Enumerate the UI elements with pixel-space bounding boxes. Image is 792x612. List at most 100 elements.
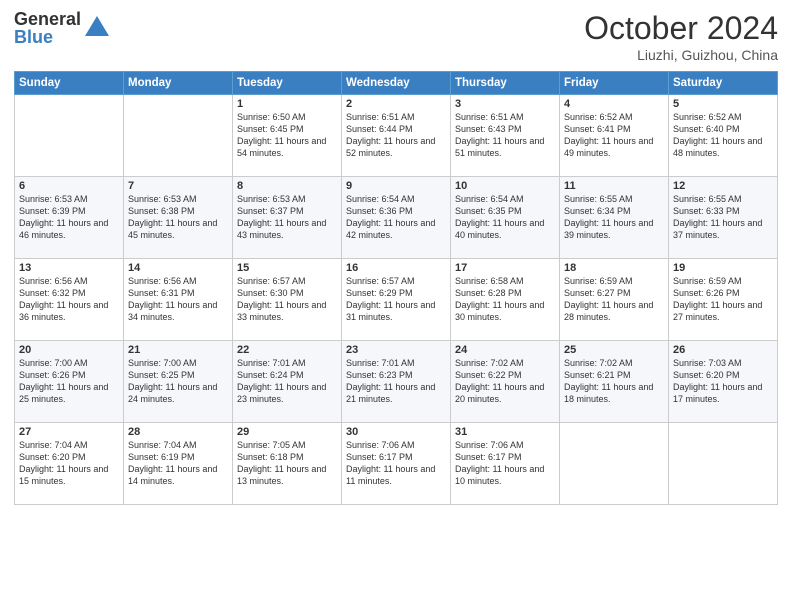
logo-general: General: [14, 10, 81, 28]
day-number: 23: [346, 344, 446, 356]
cell-info: Sunrise: 6:57 AM Sunset: 6:30 PM Dayligh…: [237, 275, 337, 324]
day-number: 25: [564, 344, 664, 356]
day-number: 9: [346, 180, 446, 192]
cell-info: Sunrise: 6:50 AM Sunset: 6:45 PM Dayligh…: [237, 111, 337, 160]
cell-info: Sunrise: 6:58 AM Sunset: 6:28 PM Dayligh…: [455, 275, 555, 324]
cell-info: Sunrise: 6:55 AM Sunset: 6:34 PM Dayligh…: [564, 193, 664, 242]
calendar-cell: 12Sunrise: 6:55 AM Sunset: 6:33 PM Dayli…: [669, 177, 778, 259]
cell-info: Sunrise: 7:00 AM Sunset: 6:26 PM Dayligh…: [19, 357, 119, 406]
calendar-cell: 1Sunrise: 6:50 AM Sunset: 6:45 PM Daylig…: [233, 95, 342, 177]
day-number: 11: [564, 180, 664, 192]
cell-info: Sunrise: 6:53 AM Sunset: 6:37 PM Dayligh…: [237, 193, 337, 242]
cell-info: Sunrise: 7:00 AM Sunset: 6:25 PM Dayligh…: [128, 357, 228, 406]
cell-info: Sunrise: 6:56 AM Sunset: 6:32 PM Dayligh…: [19, 275, 119, 324]
cell-info: Sunrise: 6:59 AM Sunset: 6:27 PM Dayligh…: [564, 275, 664, 324]
calendar-cell: 2Sunrise: 6:51 AM Sunset: 6:44 PM Daylig…: [342, 95, 451, 177]
calendar-cell: 14Sunrise: 6:56 AM Sunset: 6:31 PM Dayli…: [124, 259, 233, 341]
logo-icon: [83, 14, 111, 42]
col-sunday: Sunday: [15, 72, 124, 95]
calendar-cell: [560, 423, 669, 505]
logo: General Blue: [14, 10, 111, 46]
day-number: 3: [455, 98, 555, 110]
cell-info: Sunrise: 7:02 AM Sunset: 6:21 PM Dayligh…: [564, 357, 664, 406]
header: General Blue October 2024 Liuzhi, Guizho…: [14, 10, 778, 63]
day-number: 2: [346, 98, 446, 110]
location: Liuzhi, Guizhou, China: [584, 47, 778, 63]
calendar-cell: 7Sunrise: 6:53 AM Sunset: 6:38 PM Daylig…: [124, 177, 233, 259]
calendar-cell: 22Sunrise: 7:01 AM Sunset: 6:24 PM Dayli…: [233, 341, 342, 423]
calendar-week-1: 1Sunrise: 6:50 AM Sunset: 6:45 PM Daylig…: [15, 95, 778, 177]
calendar-cell: 29Sunrise: 7:05 AM Sunset: 6:18 PM Dayli…: [233, 423, 342, 505]
day-number: 8: [237, 180, 337, 192]
day-number: 12: [673, 180, 773, 192]
col-thursday: Thursday: [451, 72, 560, 95]
cell-info: Sunrise: 6:51 AM Sunset: 6:44 PM Dayligh…: [346, 111, 446, 160]
col-friday: Friday: [560, 72, 669, 95]
header-row: Sunday Monday Tuesday Wednesday Thursday…: [15, 72, 778, 95]
cell-info: Sunrise: 6:52 AM Sunset: 6:40 PM Dayligh…: [673, 111, 773, 160]
day-number: 5: [673, 98, 773, 110]
calendar-cell: 3Sunrise: 6:51 AM Sunset: 6:43 PM Daylig…: [451, 95, 560, 177]
cell-info: Sunrise: 6:59 AM Sunset: 6:26 PM Dayligh…: [673, 275, 773, 324]
calendar-cell: 9Sunrise: 6:54 AM Sunset: 6:36 PM Daylig…: [342, 177, 451, 259]
day-number: 26: [673, 344, 773, 356]
cell-info: Sunrise: 7:01 AM Sunset: 6:24 PM Dayligh…: [237, 357, 337, 406]
cell-info: Sunrise: 7:05 AM Sunset: 6:18 PM Dayligh…: [237, 439, 337, 488]
cell-info: Sunrise: 7:04 AM Sunset: 6:19 PM Dayligh…: [128, 439, 228, 488]
calendar-cell: 28Sunrise: 7:04 AM Sunset: 6:19 PM Dayli…: [124, 423, 233, 505]
day-number: 13: [19, 262, 119, 274]
day-number: 4: [564, 98, 664, 110]
calendar-cell: 8Sunrise: 6:53 AM Sunset: 6:37 PM Daylig…: [233, 177, 342, 259]
calendar-cell: 27Sunrise: 7:04 AM Sunset: 6:20 PM Dayli…: [15, 423, 124, 505]
cell-info: Sunrise: 6:54 AM Sunset: 6:35 PM Dayligh…: [455, 193, 555, 242]
day-number: 16: [346, 262, 446, 274]
calendar-cell: 30Sunrise: 7:06 AM Sunset: 6:17 PM Dayli…: [342, 423, 451, 505]
day-number: 30: [346, 426, 446, 438]
calendar-table: Sunday Monday Tuesday Wednesday Thursday…: [14, 71, 778, 505]
day-number: 6: [19, 180, 119, 192]
calendar-cell: 26Sunrise: 7:03 AM Sunset: 6:20 PM Dayli…: [669, 341, 778, 423]
cell-info: Sunrise: 6:53 AM Sunset: 6:38 PM Dayligh…: [128, 193, 228, 242]
col-monday: Monday: [124, 72, 233, 95]
day-number: 22: [237, 344, 337, 356]
cell-info: Sunrise: 7:03 AM Sunset: 6:20 PM Dayligh…: [673, 357, 773, 406]
calendar-cell: [669, 423, 778, 505]
day-number: 28: [128, 426, 228, 438]
cell-info: Sunrise: 7:01 AM Sunset: 6:23 PM Dayligh…: [346, 357, 446, 406]
calendar-week-3: 13Sunrise: 6:56 AM Sunset: 6:32 PM Dayli…: [15, 259, 778, 341]
calendar-cell: 4Sunrise: 6:52 AM Sunset: 6:41 PM Daylig…: [560, 95, 669, 177]
calendar-week-4: 20Sunrise: 7:00 AM Sunset: 6:26 PM Dayli…: [15, 341, 778, 423]
calendar-cell: 25Sunrise: 7:02 AM Sunset: 6:21 PM Dayli…: [560, 341, 669, 423]
calendar-cell: 13Sunrise: 6:56 AM Sunset: 6:32 PM Dayli…: [15, 259, 124, 341]
calendar-cell: [124, 95, 233, 177]
day-number: 10: [455, 180, 555, 192]
col-tuesday: Tuesday: [233, 72, 342, 95]
calendar-cell: 5Sunrise: 6:52 AM Sunset: 6:40 PM Daylig…: [669, 95, 778, 177]
calendar-cell: 17Sunrise: 6:58 AM Sunset: 6:28 PM Dayli…: [451, 259, 560, 341]
day-number: 15: [237, 262, 337, 274]
day-number: 17: [455, 262, 555, 274]
day-number: 21: [128, 344, 228, 356]
calendar-cell: 20Sunrise: 7:00 AM Sunset: 6:26 PM Dayli…: [15, 341, 124, 423]
cell-info: Sunrise: 6:57 AM Sunset: 6:29 PM Dayligh…: [346, 275, 446, 324]
calendar-cell: 16Sunrise: 6:57 AM Sunset: 6:29 PM Dayli…: [342, 259, 451, 341]
cell-info: Sunrise: 6:52 AM Sunset: 6:41 PM Dayligh…: [564, 111, 664, 160]
day-number: 19: [673, 262, 773, 274]
calendar-cell: [15, 95, 124, 177]
calendar-cell: 31Sunrise: 7:06 AM Sunset: 6:17 PM Dayli…: [451, 423, 560, 505]
calendar-week-5: 27Sunrise: 7:04 AM Sunset: 6:20 PM Dayli…: [15, 423, 778, 505]
day-number: 14: [128, 262, 228, 274]
calendar-cell: 21Sunrise: 7:00 AM Sunset: 6:25 PM Dayli…: [124, 341, 233, 423]
cell-info: Sunrise: 6:51 AM Sunset: 6:43 PM Dayligh…: [455, 111, 555, 160]
cell-info: Sunrise: 7:04 AM Sunset: 6:20 PM Dayligh…: [19, 439, 119, 488]
calendar-body: 1Sunrise: 6:50 AM Sunset: 6:45 PM Daylig…: [15, 95, 778, 505]
day-number: 7: [128, 180, 228, 192]
day-number: 1: [237, 98, 337, 110]
cell-info: Sunrise: 6:56 AM Sunset: 6:31 PM Dayligh…: [128, 275, 228, 324]
page-container: General Blue October 2024 Liuzhi, Guizho…: [0, 0, 792, 612]
calendar-header: Sunday Monday Tuesday Wednesday Thursday…: [15, 72, 778, 95]
cell-info: Sunrise: 6:55 AM Sunset: 6:33 PM Dayligh…: [673, 193, 773, 242]
calendar-cell: 6Sunrise: 6:53 AM Sunset: 6:39 PM Daylig…: [15, 177, 124, 259]
day-number: 27: [19, 426, 119, 438]
cell-info: Sunrise: 7:02 AM Sunset: 6:22 PM Dayligh…: [455, 357, 555, 406]
